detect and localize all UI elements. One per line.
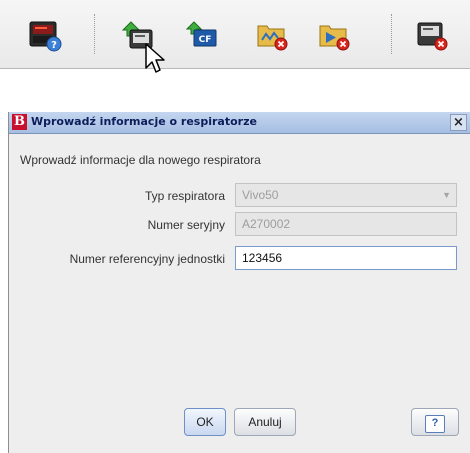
toolbar-band xyxy=(0,0,470,69)
toolbar-separator xyxy=(391,14,392,54)
dialog-title-bar[interactable]: B Wprowadź informacje o respiratorze × xyxy=(9,112,470,134)
upload-to-cf-button[interactable]: CF xyxy=(186,20,220,52)
ventilator-info-dialog: B Wprowadź informacje o respiratorze × W… xyxy=(8,112,470,453)
ok-button[interactable]: OK xyxy=(184,408,226,436)
ventilator-info-icon: ? xyxy=(29,21,62,52)
ventilator-type-value: Vivo50 xyxy=(242,188,279,202)
dialog-intro-text: Wprowadź informacje dla nowego respirato… xyxy=(20,153,261,167)
svg-text:?: ? xyxy=(51,40,57,51)
ventilator-type-select[interactable]: Vivo50 ▼ xyxy=(235,183,457,207)
svg-text:CF: CF xyxy=(199,35,212,45)
unit-reference-input[interactable]: 123456 xyxy=(235,246,457,270)
upload-to-cf-card-icon: CF xyxy=(186,21,217,47)
delete-trend-folder-button[interactable] xyxy=(256,20,290,52)
dialog-title: Wprowadź informacje o respiratorze xyxy=(31,115,257,128)
delete-event-folder-button[interactable] xyxy=(318,20,352,52)
serial-number-value: A270002 xyxy=(242,217,291,231)
help-button[interactable]: ? xyxy=(411,408,459,436)
close-button[interactable]: × xyxy=(450,114,467,131)
ventilator-type-label: Typ respiratora xyxy=(144,189,225,203)
serial-number-label: Numer seryjny xyxy=(147,218,225,232)
app-logo: B xyxy=(12,114,27,130)
unit-reference-value: 123456 xyxy=(242,251,283,265)
delete-trend-folder-icon xyxy=(257,25,288,51)
remove-device-button[interactable] xyxy=(416,20,450,52)
chevron-down-icon: ▼ xyxy=(442,190,451,200)
serial-number-field[interactable]: A270002 xyxy=(235,212,457,236)
mouse-pointer-icon xyxy=(145,43,165,73)
toolbar: ? CF xyxy=(0,0,470,84)
toolbar-separator xyxy=(94,14,95,54)
help-icon: ? xyxy=(425,415,445,433)
cancel-button[interactable]: Anuluj xyxy=(234,408,296,436)
delete-event-folder-icon xyxy=(319,25,350,51)
remove-device-icon xyxy=(417,22,448,51)
ventilator-info-button[interactable]: ? xyxy=(28,20,62,52)
unit-reference-label: Numer referencyjny jednostki xyxy=(69,252,225,266)
